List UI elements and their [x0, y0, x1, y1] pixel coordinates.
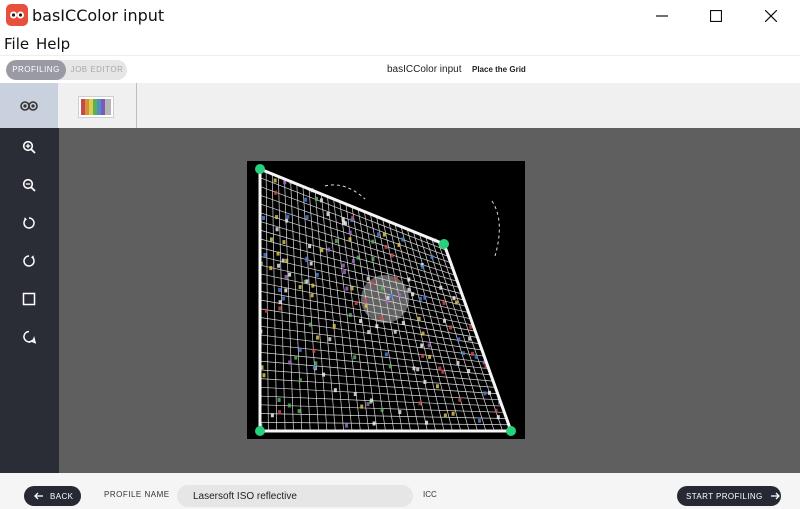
minimize-icon — [656, 15, 668, 17]
rotate-right-icon — [23, 255, 35, 267]
corner-handle-bottom-left[interactable] — [255, 426, 265, 436]
maximize-button[interactable] — [689, 0, 743, 32]
color-chart-thumbnail-icon — [81, 99, 111, 115]
arrow-left-icon — [34, 492, 43, 500]
arrow-right-icon — [770, 492, 780, 500]
bottom-bar: BACK PROFILE NAME ICC START PROFILING — [0, 473, 800, 509]
close-button[interactable] — [744, 0, 798, 32]
menu-help[interactable]: Help — [36, 35, 70, 53]
zoom-in-button[interactable] — [19, 137, 39, 157]
thumbnail-strip — [0, 83, 800, 128]
fit-frame-button[interactable] — [19, 289, 39, 309]
mode-toolbar: PROFILING JOB EDITOR basICColor input Pl… — [0, 55, 800, 84]
back-button[interactable]: BACK — [24, 486, 81, 506]
lasso-button[interactable] — [19, 327, 39, 347]
target-image-thumbnail[interactable] — [78, 96, 114, 118]
tool-sidebar — [0, 128, 59, 473]
profile-name-label: PROFILE NAME — [104, 490, 170, 499]
placed-grid[interactable] — [247, 161, 525, 439]
window-title: basICColor input — [32, 6, 165, 25]
lasso-icon — [23, 330, 36, 344]
fit-frame-icon — [22, 292, 36, 306]
owl-eyes-icon — [20, 100, 38, 111]
maximize-icon — [710, 10, 722, 22]
title-bar: basICColor input — [0, 0, 800, 32]
start-profiling-button[interactable]: START PROFILING — [677, 486, 781, 506]
zoom-in-icon — [22, 140, 36, 154]
step-title: Place the Grid — [472, 65, 526, 74]
menu-file[interactable]: File — [4, 35, 29, 53]
corner-handle-top-left[interactable] — [255, 164, 265, 174]
page-title: basICColor input — [387, 64, 462, 75]
app-logo-icon — [6, 4, 28, 26]
corner-handle-bottom-right[interactable] — [506, 426, 516, 436]
back-label: BACK — [50, 491, 74, 501]
start-profiling-label: START PROFILING — [686, 491, 763, 501]
menu-bar: File Help — [0, 33, 800, 55]
close-icon — [765, 10, 777, 22]
zoom-out-icon — [22, 178, 36, 192]
target-photo — [247, 161, 525, 439]
rotate-left-icon — [23, 217, 35, 229]
minimize-button[interactable] — [635, 0, 689, 32]
mode-toggle: PROFILING JOB EDITOR — [6, 60, 127, 80]
tab-job-editor[interactable]: JOB EDITOR — [67, 60, 127, 80]
logo-thumbnail[interactable] — [0, 83, 58, 128]
rotate-left-button[interactable] — [19, 213, 39, 233]
zoom-out-button[interactable] — [19, 175, 39, 195]
corner-handle-top-right[interactable] — [439, 239, 449, 249]
rotate-right-button[interactable] — [19, 251, 39, 271]
profile-name-input[interactable] — [177, 485, 413, 507]
tab-profiling[interactable]: PROFILING — [6, 60, 66, 80]
thumbnail-divider — [136, 83, 137, 128]
icc-label: ICC — [423, 490, 437, 499]
